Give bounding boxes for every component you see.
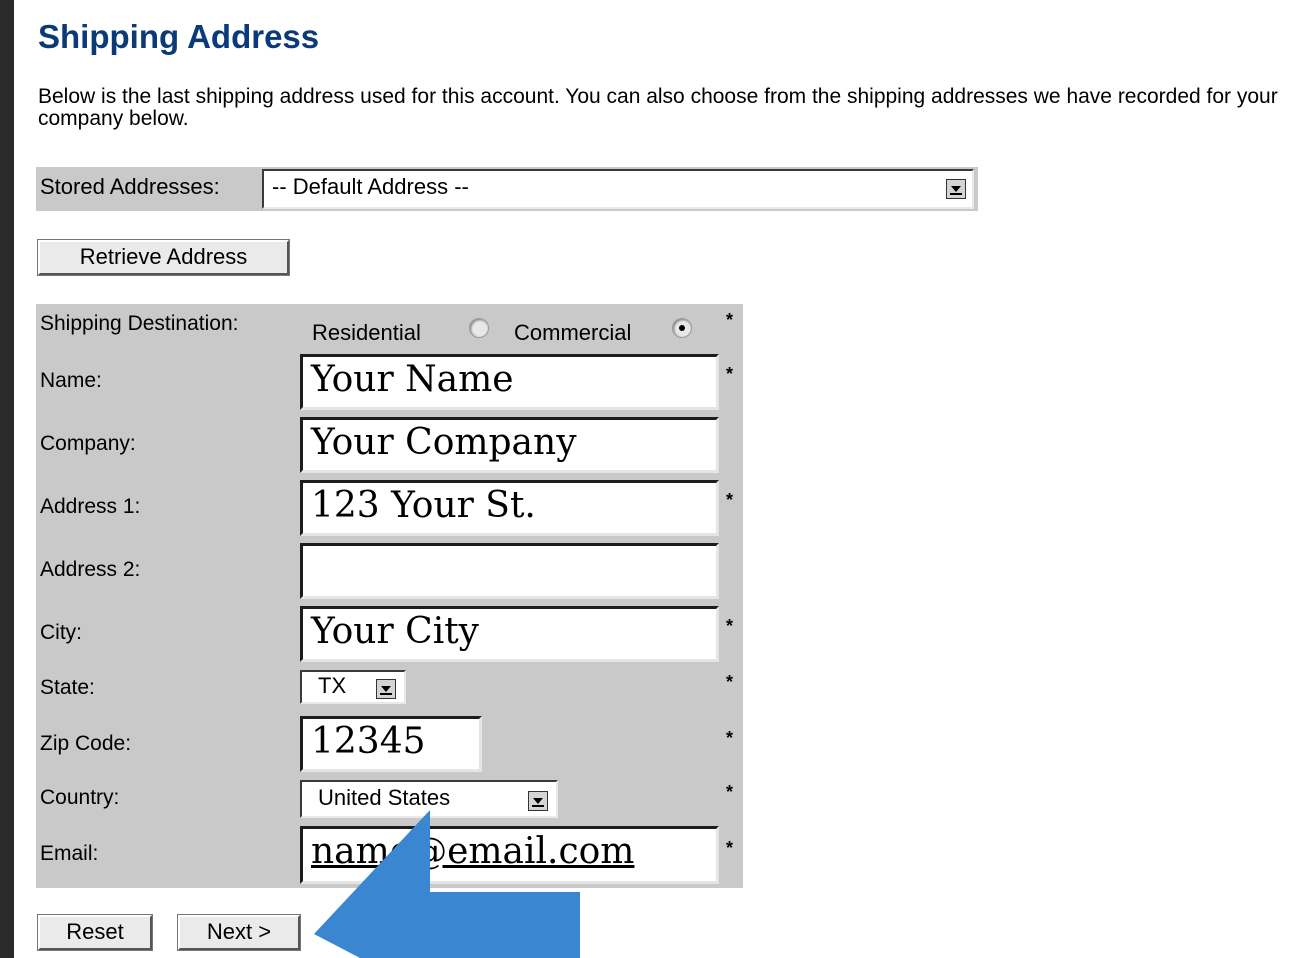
state-select[interactable]: TX	[300, 670, 406, 704]
address1-field[interactable]: 123 Your St.	[300, 480, 719, 536]
address1-label: Address 1:	[40, 495, 141, 518]
company-field[interactable]: Your Company	[300, 417, 719, 473]
required-mark: *	[726, 310, 734, 330]
chevron-down-icon[interactable]	[528, 791, 548, 811]
arrow-up-left-icon	[314, 810, 580, 958]
retrieve-address-button[interactable]: Retrieve Address	[37, 239, 290, 276]
required-mark: *	[726, 672, 734, 692]
stored-addresses-select[interactable]: -- Default Address --	[262, 169, 974, 209]
required-mark: *	[726, 364, 734, 384]
city-field[interactable]: Your City	[300, 606, 719, 662]
stored-addresses-label: Stored Addresses:	[40, 174, 220, 199]
residential-label[interactable]: Residential	[312, 320, 421, 346]
company-label: Company:	[40, 432, 136, 455]
name-label: Name:	[40, 369, 102, 392]
next-button[interactable]: Next >	[177, 914, 301, 951]
page-title: Shipping Address	[38, 18, 320, 55]
stored-addresses-bar: Stored Addresses: -- Default Address --	[36, 167, 978, 211]
residential-radio[interactable]	[469, 318, 489, 338]
city-label: City:	[40, 621, 82, 644]
required-mark: *	[726, 782, 734, 802]
address2-label: Address 2:	[40, 558, 141, 581]
reset-button[interactable]: Reset	[37, 914, 153, 951]
required-mark: *	[726, 838, 734, 858]
country-label: Country:	[40, 786, 120, 809]
commercial-radio[interactable]	[672, 318, 692, 338]
commercial-label[interactable]: Commercial	[514, 320, 631, 346]
destination-label: Shipping Destination:	[40, 312, 239, 335]
required-mark: *	[726, 728, 734, 748]
required-mark: *	[726, 490, 734, 510]
shipping-form: Shipping Destination: Residential Commer…	[36, 304, 743, 888]
intro-text: Below is the last shipping address used …	[38, 85, 1278, 130]
required-mark: *	[726, 616, 734, 636]
country-value: United States	[318, 785, 451, 810]
name-field[interactable]: Your Name	[300, 354, 719, 410]
email-label: Email:	[40, 842, 99, 865]
arrow-shape	[314, 810, 580, 958]
shipping-page: Shipping Address Below is the last shipp…	[14, 0, 1311, 958]
state-label: State:	[40, 676, 95, 699]
address2-field[interactable]	[300, 543, 719, 599]
zip-label: Zip Code:	[40, 732, 132, 755]
zip-field[interactable]: 12345	[300, 716, 482, 772]
state-value: TX	[318, 673, 347, 698]
chevron-down-icon[interactable]	[376, 679, 396, 699]
stored-addresses-value: -- Default Address --	[272, 174, 469, 199]
chevron-down-icon[interactable]	[946, 179, 966, 199]
